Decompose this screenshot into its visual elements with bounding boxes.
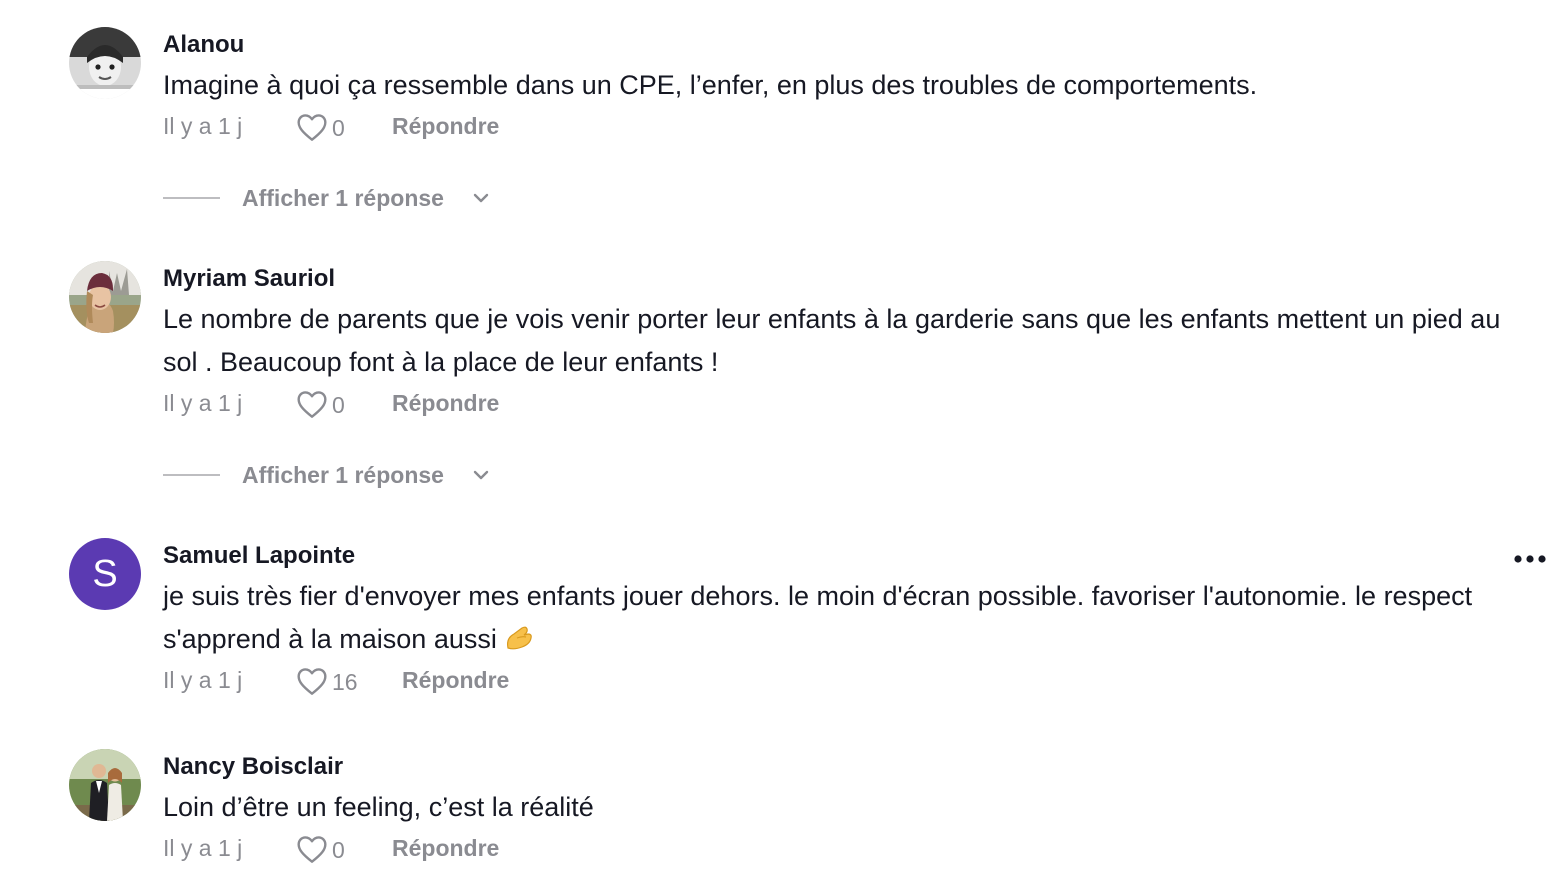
- avatar[interactable]: [69, 261, 141, 333]
- comment-username[interactable]: Nancy Boisclair: [163, 753, 343, 781]
- heart-outline-icon: [297, 391, 327, 418]
- reply-button[interactable]: Répondre: [392, 110, 499, 142]
- like-count: 0: [332, 392, 345, 418]
- heart-outline-icon: [297, 114, 327, 141]
- chevron-down-icon: [473, 470, 489, 480]
- pinching-hand-emoji: [507, 626, 533, 650]
- comment-text: Imagine à quoi ça ressemble dans un CPE,…: [163, 70, 1258, 100]
- comment-text-content: je suis très fier d'envoyer mes enfants …: [163, 581, 1473, 654]
- comment-timestamp: Il y a 1 j: [163, 390, 243, 416]
- comment-username[interactable]: Myriam Sauriol: [163, 265, 335, 293]
- view-replies-label: Afficher 1 réponse: [242, 462, 444, 488]
- avatar[interactable]: [69, 749, 141, 821]
- comment-text: Le nombre de parents que je vois venir p…: [163, 304, 1501, 377]
- comment-timestamp: Il y a 1 j: [163, 113, 243, 139]
- heart-outline-icon: [297, 836, 327, 863]
- comment-timestamp: Il y a 1 j: [163, 667, 243, 693]
- comment-username[interactable]: Samuel Lapointe: [163, 542, 355, 570]
- avatar[interactable]: [69, 27, 141, 99]
- comment-text: Loin d’être un feeling, c’est la réalité: [163, 792, 594, 822]
- divider: [163, 197, 220, 199]
- view-replies-label: Afficher 1 réponse: [242, 185, 444, 211]
- like-count: 0: [332, 837, 345, 863]
- comment-text: je suis très fier d'envoyer mes enfants …: [163, 575, 1538, 661]
- avatar[interactable]: S: [69, 538, 141, 610]
- reply-button[interactable]: Répondre: [402, 664, 509, 696]
- divider: [163, 474, 220, 476]
- more-options-icon[interactable]: [1510, 549, 1550, 569]
- like-count: 0: [332, 115, 345, 141]
- comment-timestamp: Il y a 1 j: [163, 835, 243, 861]
- heart-outline-icon: [297, 668, 327, 695]
- chevron-down-icon: [473, 193, 489, 203]
- reply-button[interactable]: Répondre: [392, 832, 499, 864]
- like-count: 16: [332, 669, 358, 695]
- comment-username[interactable]: Alanou: [163, 31, 244, 59]
- reply-button[interactable]: Répondre: [392, 387, 499, 419]
